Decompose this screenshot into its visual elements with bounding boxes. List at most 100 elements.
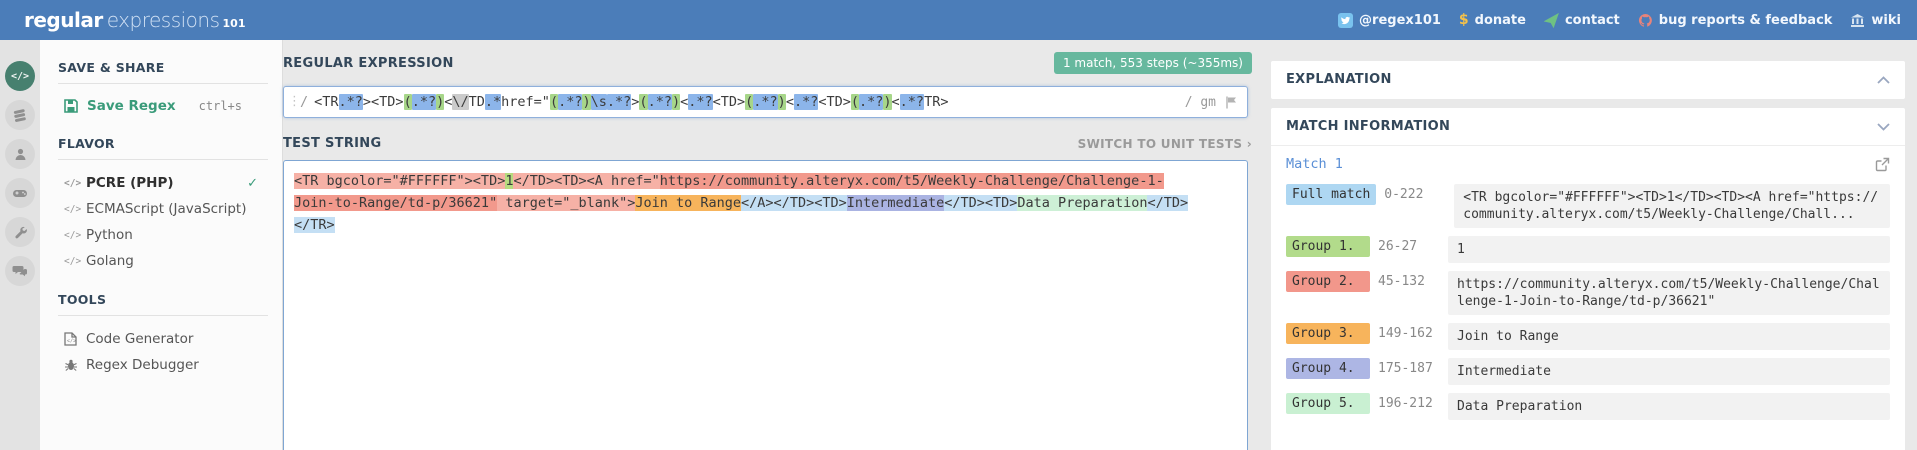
- switch-to-unit-tests-button[interactable]: SWITCH TO UNIT TESTS ›: [1078, 137, 1252, 151]
- chat-icon: [12, 266, 27, 277]
- paper-plane-icon: [1543, 12, 1559, 28]
- group-range: 149-162: [1378, 326, 1433, 341]
- icon-rail: </>: [0, 40, 40, 450]
- test-string-heading: TEST STRING: [283, 136, 382, 151]
- group-value: Data Preparation: [1448, 393, 1890, 420]
- chevron-down-icon[interactable]: [1877, 122, 1890, 131]
- group-chip: Group 2.: [1286, 271, 1370, 292]
- top-link-label: wiki: [1871, 12, 1901, 28]
- link-contact[interactable]: contact: [1543, 12, 1620, 28]
- match-row[interactable]: Full match 0-222 <TR bgcolor="#FFFFFF"><TD…: [1286, 184, 1890, 228]
- top-link-label: contact: [1564, 12, 1620, 28]
- rail-quiz-button[interactable]: [5, 178, 35, 208]
- match-1-label: Match 1: [1286, 156, 1343, 172]
- match-row[interactable]: Group 3. 149-162 Join to Range: [1286, 323, 1890, 350]
- regex-pattern[interactable]: <TR.*?><TD>(.*?)<\/TD.*href="(.*?)\s.*?>…: [314, 94, 1177, 110]
- match-row[interactable]: Group 4. 175-187 Intermediate: [1286, 358, 1890, 385]
- tool-item-regex-debugger[interactable]: Regex Debugger: [58, 352, 282, 378]
- group-value: Intermediate: [1448, 358, 1890, 385]
- right-panel: EXPLANATION MATCH INFORMATION Match 1 Fu…: [1271, 40, 1905, 450]
- flavor-item-pcre[interactable]: </> PCRE (PHP) ✓: [58, 170, 282, 196]
- top-link-label: bug reports & feedback: [1658, 12, 1833, 28]
- gamepad-icon: [13, 190, 27, 197]
- group-chip: Group 1.: [1286, 236, 1370, 257]
- match-row[interactable]: Group 5. 196-212 Data Preparation: [1286, 393, 1890, 420]
- flavor-label: Golang: [86, 253, 134, 269]
- regex-open-delimiter: /: [300, 94, 309, 110]
- flag-settings-icon[interactable]: [1224, 95, 1239, 110]
- flavor-label: Python: [86, 227, 133, 243]
- test-string-line[interactable]: <TR bgcolor="#FFFFFF"><TD>1</TD><TD><A h…: [294, 170, 1237, 192]
- group-range: 175-187: [1378, 361, 1433, 376]
- code-icon: </>: [64, 255, 82, 267]
- site-logo[interactable]: regular expressions 101: [24, 8, 245, 32]
- rail-help-button[interactable]: [5, 256, 35, 286]
- flavor-heading: FLAVOR: [58, 136, 115, 151]
- flavor-item-python[interactable]: </> Python: [58, 222, 282, 248]
- match-count-badge: 1 match, 553 steps (~355ms): [1053, 52, 1252, 74]
- link-twitter[interactable]: @regex101: [1338, 12, 1441, 28]
- group-chip: Group 4.: [1286, 358, 1370, 379]
- rail-settings-button[interactable]: [5, 217, 35, 247]
- main-area: REGULAR EXPRESSION 1 match, 553 steps (~…: [283, 40, 1252, 450]
- code-icon: </>: [64, 229, 82, 241]
- code-icon: </>: [64, 177, 82, 189]
- save-regex-label: Save Regex: [87, 98, 176, 114]
- match-information-card: MATCH INFORMATION Match 1 Full match 0-22…: [1271, 108, 1905, 450]
- logo-word-expressions: expressions: [106, 8, 220, 32]
- regex-input[interactable]: ⋮ / <TR.*?><TD>(.*?)<\/TD.*href="(.*?)\s…: [283, 86, 1248, 118]
- logo-word-regular: regular: [24, 8, 103, 32]
- rail-library-button[interactable]: [5, 100, 35, 130]
- wrench-icon: [14, 226, 27, 238]
- drag-handle-icon[interactable]: ⋮: [288, 95, 301, 108]
- save-regex-button[interactable]: Save Regex ctrl+s: [58, 94, 282, 118]
- match-row[interactable]: Group 2. 45-132 https://community.alteryx.…: [1286, 271, 1890, 315]
- flavor-item-ecmascript[interactable]: </> ECMAScript (JavaScript): [58, 196, 282, 222]
- flavor-label: PCRE (PHP): [86, 175, 174, 191]
- group-chip: Group 5.: [1286, 393, 1370, 414]
- check-icon: ✓: [247, 175, 258, 191]
- group-range: 196-212: [1378, 396, 1433, 411]
- group-value: Join to Range: [1448, 323, 1890, 350]
- top-link-label: donate: [1474, 12, 1526, 28]
- flavor-item-golang[interactable]: </> Golang: [58, 248, 282, 274]
- divider: [58, 159, 268, 160]
- group-range: 0-222: [1384, 187, 1424, 202]
- explanation-card: EXPLANATION: [1271, 61, 1905, 99]
- floppy-disk-icon: [64, 99, 78, 113]
- tool-item-code-generator[interactable]: </> Code Generator: [58, 326, 282, 352]
- tool-label: Code Generator: [86, 331, 194, 347]
- rail-account-button[interactable]: [5, 139, 35, 169]
- bank-icon: [1851, 13, 1865, 27]
- link-wiki[interactable]: wiki: [1850, 13, 1901, 28]
- test-string-input[interactable]: <TR bgcolor="#FFFFFF"><TD>1</TD><TD><A h…: [283, 160, 1248, 450]
- test-string-content[interactable]: <TR bgcolor="#FFFFFF"><TD>1</TD><TD><A h…: [294, 170, 1237, 236]
- github-icon: [1638, 13, 1652, 27]
- test-string-line[interactable]: </TR>: [294, 214, 1237, 236]
- link-donate[interactable]: $ donate: [1459, 12, 1526, 28]
- match-information-heading: MATCH INFORMATION: [1286, 119, 1451, 134]
- top-bar: regular expressions 101 @regex101 $ dona…: [0, 0, 1917, 40]
- divider: [58, 83, 268, 84]
- logo-word-101: 101: [222, 17, 246, 30]
- regex-flags[interactable]: / gm: [1185, 95, 1216, 110]
- bug-icon: [64, 358, 86, 372]
- regular-expression-heading: REGULAR EXPRESSION: [283, 55, 454, 71]
- rail-regex-tester-button[interactable]: </>: [5, 61, 35, 91]
- twitter-icon: [1338, 12, 1354, 28]
- link-bug-reports[interactable]: bug reports & feedback: [1638, 12, 1833, 28]
- switch-label: SWITCH TO UNIT TESTS: [1077, 136, 1243, 151]
- save-shortcut: ctrl+s: [198, 99, 242, 113]
- dollar-icon: $: [1458, 12, 1469, 28]
- chevron-up-icon[interactable]: [1877, 75, 1890, 84]
- match-row[interactable]: Group 1. 26-27 1: [1286, 236, 1890, 263]
- top-links: @regex101 $ donate contact bug reports &…: [1338, 12, 1901, 28]
- export-matches-icon[interactable]: [1875, 157, 1890, 172]
- flavor-label: ECMAScript (JavaScript): [86, 201, 247, 217]
- svg-text:</>: </>: [67, 339, 76, 345]
- code-icon: </>: [10, 70, 30, 82]
- group-value: <TR bgcolor="#FFFFFF"><TD>1</TD><TD><A h…: [1454, 184, 1890, 228]
- test-string-line[interactable]: Join-to-Range/td-p/36621" target="_blank…: [294, 192, 1237, 214]
- group-chip: Full match: [1286, 184, 1377, 205]
- top-link-label: @regex101: [1359, 12, 1441, 28]
